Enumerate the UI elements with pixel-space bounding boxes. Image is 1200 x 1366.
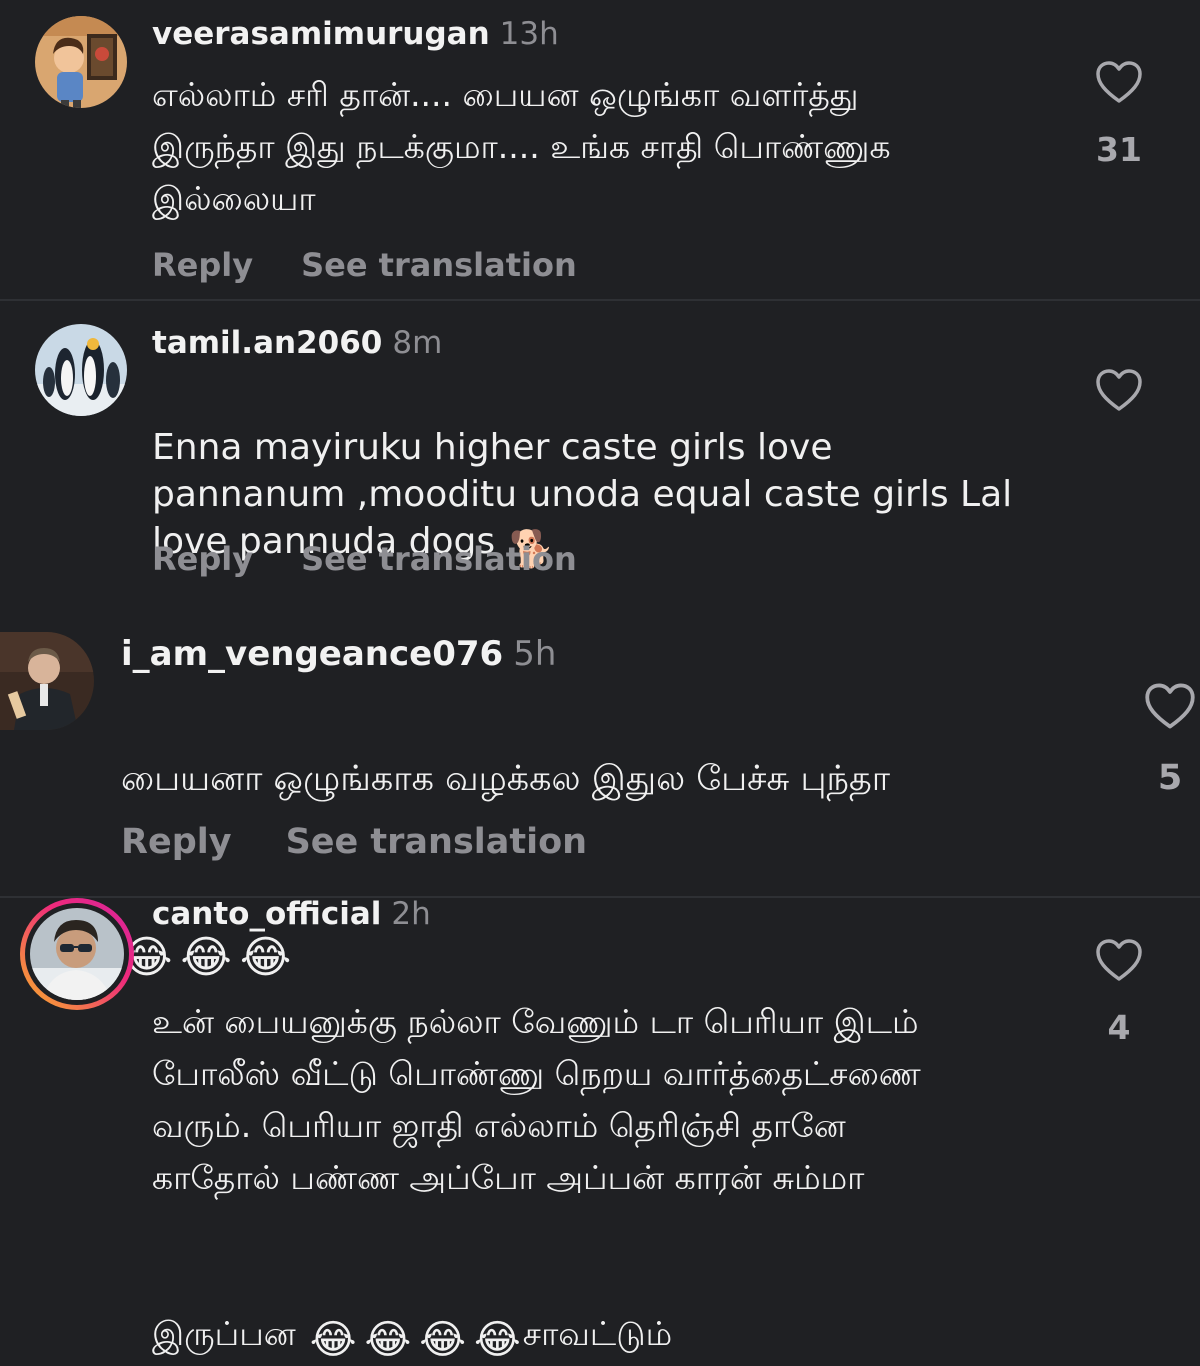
comment-actions: Reply See translation: [152, 246, 577, 284]
comment-text: எல்லாம் சரி தான்.... பையன ஒழுங்கா வளர்த்…: [152, 75, 891, 218]
heart-icon[interactable]: [1095, 938, 1143, 982]
comment-header: i_am_vengeance076 5h: [121, 634, 556, 674]
comment-text: உன் பையனுக்கு நல்லா வேணும் டா பெரியா இடம…: [152, 944, 1072, 1366]
penguins-avatar-icon: [35, 324, 127, 416]
reply-button[interactable]: Reply: [152, 540, 253, 578]
like-count: 4: [1107, 1008, 1131, 1047]
avatar[interactable]: [0, 632, 94, 730]
timestamp: 2h: [391, 896, 431, 932]
like-count: 5: [1157, 758, 1183, 798]
heart-icon[interactable]: [1095, 368, 1143, 412]
heart-icon[interactable]: [1144, 682, 1196, 730]
cartoon-boy-avatar-icon: [35, 16, 127, 108]
username[interactable]: tamil.an2060: [152, 325, 382, 361]
comment-actions: Reply See translation: [121, 822, 587, 862]
avatar-with-story-ring[interactable]: [20, 898, 134, 1010]
see-translation-button[interactable]: See translation: [301, 246, 577, 284]
avatar[interactable]: [35, 324, 127, 416]
heart-icon[interactable]: [1095, 60, 1143, 104]
like-control: 4: [1079, 938, 1159, 1047]
comment-text-end: சாவட்டும்: [522, 1314, 673, 1353]
like-count: 31: [1096, 130, 1142, 169]
laughing-emoji: 😂: [309, 1317, 357, 1363]
avatar[interactable]: [35, 16, 127, 108]
timestamp: 13h: [499, 16, 559, 52]
man-in-suit-avatar-icon: [0, 632, 94, 730]
laughing-emoji: 😂: [364, 1317, 412, 1363]
username[interactable]: veerasamimurugan: [152, 16, 490, 52]
comment-text-content: பையனா ஒழுங்காக வழக்கல இதுல பேச்சு புந்தா: [121, 759, 891, 799]
comment-text-last-line: இருப்பன: [152, 1314, 296, 1353]
comment-item: canto_official 2h உன் பையனுக்கு நல்லா வேண…: [0, 896, 1200, 1363]
like-control: 31: [1079, 60, 1159, 169]
comment-item: i_am_vengeance076 5h பையனா ஒழுங்காக வழக்க…: [0, 610, 1200, 983]
timestamp: 8m: [392, 325, 443, 361]
like-control: 5: [1130, 682, 1200, 798]
comment-text-content: உன் பையனுக்கு நல்லா வேணும் டா பெரியா இடம…: [152, 1002, 921, 1197]
reply-button[interactable]: Reply: [152, 246, 253, 284]
comment-header: veerasamimurugan 13h: [152, 16, 559, 52]
timestamp: 5h: [513, 634, 557, 674]
man-with-sunglasses-avatar-icon: [30, 908, 124, 1000]
comment-header: tamil.an2060 8m: [152, 325, 442, 361]
comment-header: canto_official 2h: [152, 896, 431, 932]
comment-item: tamil.an2060 8m Enna mayiruku higher cast…: [0, 300, 1200, 610]
see-translation-button[interactable]: See translation: [301, 540, 577, 578]
username[interactable]: i_am_vengeance076: [121, 634, 503, 674]
username[interactable]: canto_official: [152, 896, 381, 932]
laughing-emoji: 😂: [419, 1317, 467, 1363]
comment-item: veerasamimurugan 13h எல்லாம் சரி தான்....…: [0, 0, 1200, 300]
reply-button[interactable]: Reply: [121, 822, 232, 862]
comment-actions: Reply See translation: [152, 540, 577, 578]
like-control: [1079, 368, 1159, 412]
see-translation-button[interactable]: See translation: [286, 822, 588, 862]
laughing-emoji: 😂: [474, 1317, 521, 1363]
